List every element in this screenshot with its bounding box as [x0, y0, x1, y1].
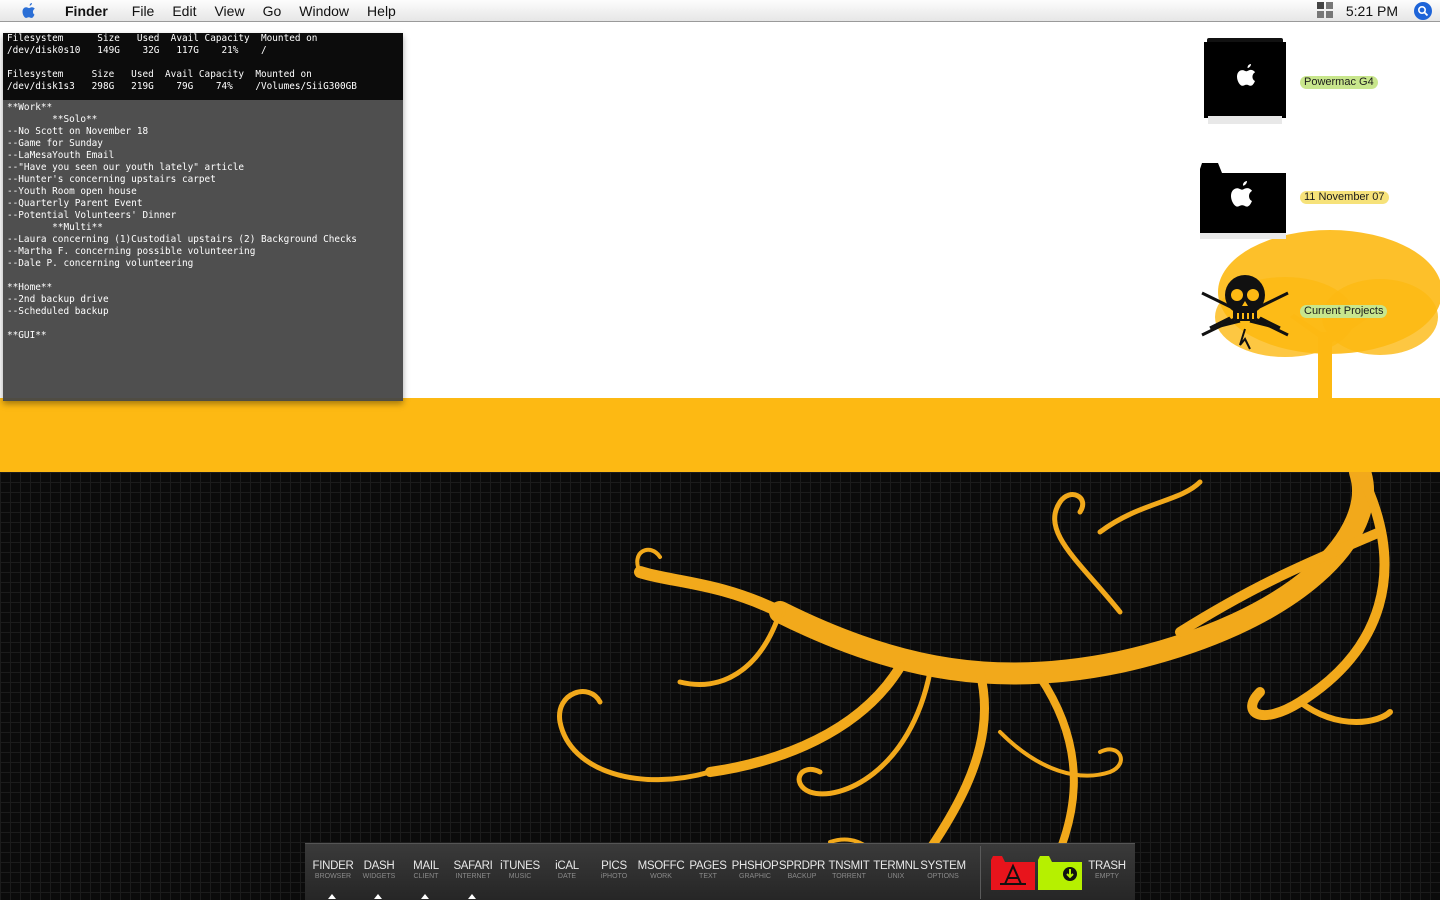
dock-label: TNSMIT	[828, 860, 870, 872]
dock-sublabel: DATE	[557, 873, 577, 880]
icon-label: 11 November 07	[1300, 191, 1389, 204]
desktop-icon-powermac[interactable]: Powermac G4	[1204, 38, 1378, 135]
dock-sublabel: TORRENT	[832, 873, 866, 880]
dock-sublabel: INTERNET	[455, 873, 491, 880]
dock-label: SYSTEM	[920, 860, 966, 872]
dock-label: SPRDPR	[778, 860, 826, 872]
desktop-icon-current-projects[interactable]: Current Projects	[1200, 273, 1388, 356]
dock-sublabel: iPHOTO	[600, 873, 628, 880]
menu-go[interactable]: Go	[254, 0, 291, 22]
powermac-drive-icon	[1204, 38, 1286, 124]
roots-illustration	[557, 472, 1393, 897]
dock-item-terminal[interactable]: TERMNL UNIX	[871, 860, 921, 881]
menu-help[interactable]: Help	[358, 0, 405, 22]
menu-view[interactable]: View	[205, 0, 253, 22]
dock-item-itunes[interactable]: iTUNES MUSIC	[495, 860, 545, 881]
dock-separator	[980, 846, 981, 899]
running-indicator-icon	[374, 894, 382, 899]
spotlight-icon[interactable]	[1414, 2, 1432, 20]
dock-sublabel: BROWSER	[314, 873, 352, 880]
running-indicator-icon	[421, 894, 429, 899]
downloads-stack-icon[interactable]	[1038, 856, 1082, 890]
dock-item-pages[interactable]: PAGES TEXT	[683, 860, 733, 881]
dock-item-office[interactable]: MSOFFC WORK	[636, 860, 686, 881]
apple-icon[interactable]	[18, 2, 40, 20]
dock-item-mail[interactable]: MAIL CLIENT	[401, 860, 451, 881]
icon-label: Current Projects	[1300, 305, 1388, 318]
menu-bar: Finder File Edit View Go Window Help 5:2…	[0, 0, 1440, 22]
dock-item-system-preferences[interactable]: SYSTEM OPTIONS	[918, 860, 968, 881]
applications-stack-icon[interactable]	[991, 856, 1035, 890]
todo-text: **Work** **Solo** --No Scott on November…	[7, 102, 357, 341]
apple-folder-icon	[1200, 163, 1286, 239]
dock-label: MAIL	[413, 860, 439, 872]
dock-sublabel: CLIENT	[413, 873, 439, 880]
dock-label: PICS	[601, 860, 627, 872]
dock-label: TRASH	[1088, 860, 1126, 872]
dock-item-ical[interactable]: iCAL DATE	[542, 860, 592, 881]
dock-label: PAGES	[689, 860, 727, 872]
dock-label: PHSHOP	[731, 860, 779, 872]
dock-item-iphoto[interactable]: PICS iPHOTO	[589, 860, 639, 881]
dock-label: DASH	[363, 860, 395, 872]
geektool-terminal-output: Filesystem Size Used Avail Capacity Moun…	[3, 33, 403, 401]
running-indicator-icon	[328, 894, 336, 899]
todo-panel: **Work** **Solo** --No Scott on November…	[3, 100, 403, 342]
dock-label: iCAL	[555, 860, 579, 872]
dock-item-photoshop[interactable]: PHSHOP GRAPHIC	[730, 860, 780, 881]
wallpaper-band	[0, 398, 1440, 472]
dock-sublabel: WORK	[650, 873, 672, 880]
dock-sublabel: BACKUP	[787, 873, 817, 880]
dock-item-superduper[interactable]: SPRDPR BACKUP	[777, 860, 827, 881]
dock-label: iTUNES	[500, 860, 540, 872]
dock-item-dashboard[interactable]: DASH WIDGETS	[354, 860, 404, 881]
dock-label: TERMNL	[873, 860, 919, 872]
dock-item-safari[interactable]: SAFARI INTERNET	[448, 860, 498, 881]
skull-folder-icon	[1201, 275, 1289, 350]
menu-clock[interactable]: 5:21 PM	[1346, 3, 1398, 19]
menu-extras: 5:21 PM	[1316, 0, 1432, 22]
menu-app-finder[interactable]: Finder	[56, 0, 117, 22]
dock-sublabel: EMPTY	[1094, 873, 1120, 880]
dock-sublabel: GRAPHIC	[739, 873, 771, 880]
dock-item-finder[interactable]: FINDER BROWSER	[308, 860, 358, 881]
dock-sublabel: TEXT	[699, 873, 717, 880]
desktop-icon-11-november-07[interactable]: 11 November 07	[1200, 163, 1389, 244]
dock-sublabel: MUSIC	[508, 873, 532, 880]
dock-label: MSOFFC	[637, 860, 685, 872]
dock-item-transmission[interactable]: TNSMIT TORRENT	[824, 860, 874, 881]
spaces-icon[interactable]	[1316, 1, 1334, 22]
menu-window[interactable]: Window	[290, 0, 358, 22]
dock: FINDER BROWSER DASH WIDGETS MAIL CLIENT …	[305, 843, 1135, 900]
running-indicator-icon	[468, 894, 476, 899]
icon-label: Powermac G4	[1300, 76, 1378, 89]
dock-label: FINDER	[312, 860, 354, 872]
menu-file[interactable]: File	[123, 0, 164, 22]
dock-sublabel: OPTIONS	[927, 873, 959, 880]
menu-edit[interactable]: Edit	[163, 0, 205, 22]
disk-usage-text: Filesystem Size Used Avail Capacity Moun…	[7, 33, 357, 92]
disk-usage-panel: Filesystem Size Used Avail Capacity Moun…	[3, 33, 403, 100]
dock-sublabel: WIDGETS	[362, 873, 396, 880]
dock-label: SAFARI	[453, 860, 493, 872]
dock-sublabel: UNIX	[887, 873, 905, 880]
dock-item-trash[interactable]: TRASH EMPTY	[1082, 860, 1132, 881]
